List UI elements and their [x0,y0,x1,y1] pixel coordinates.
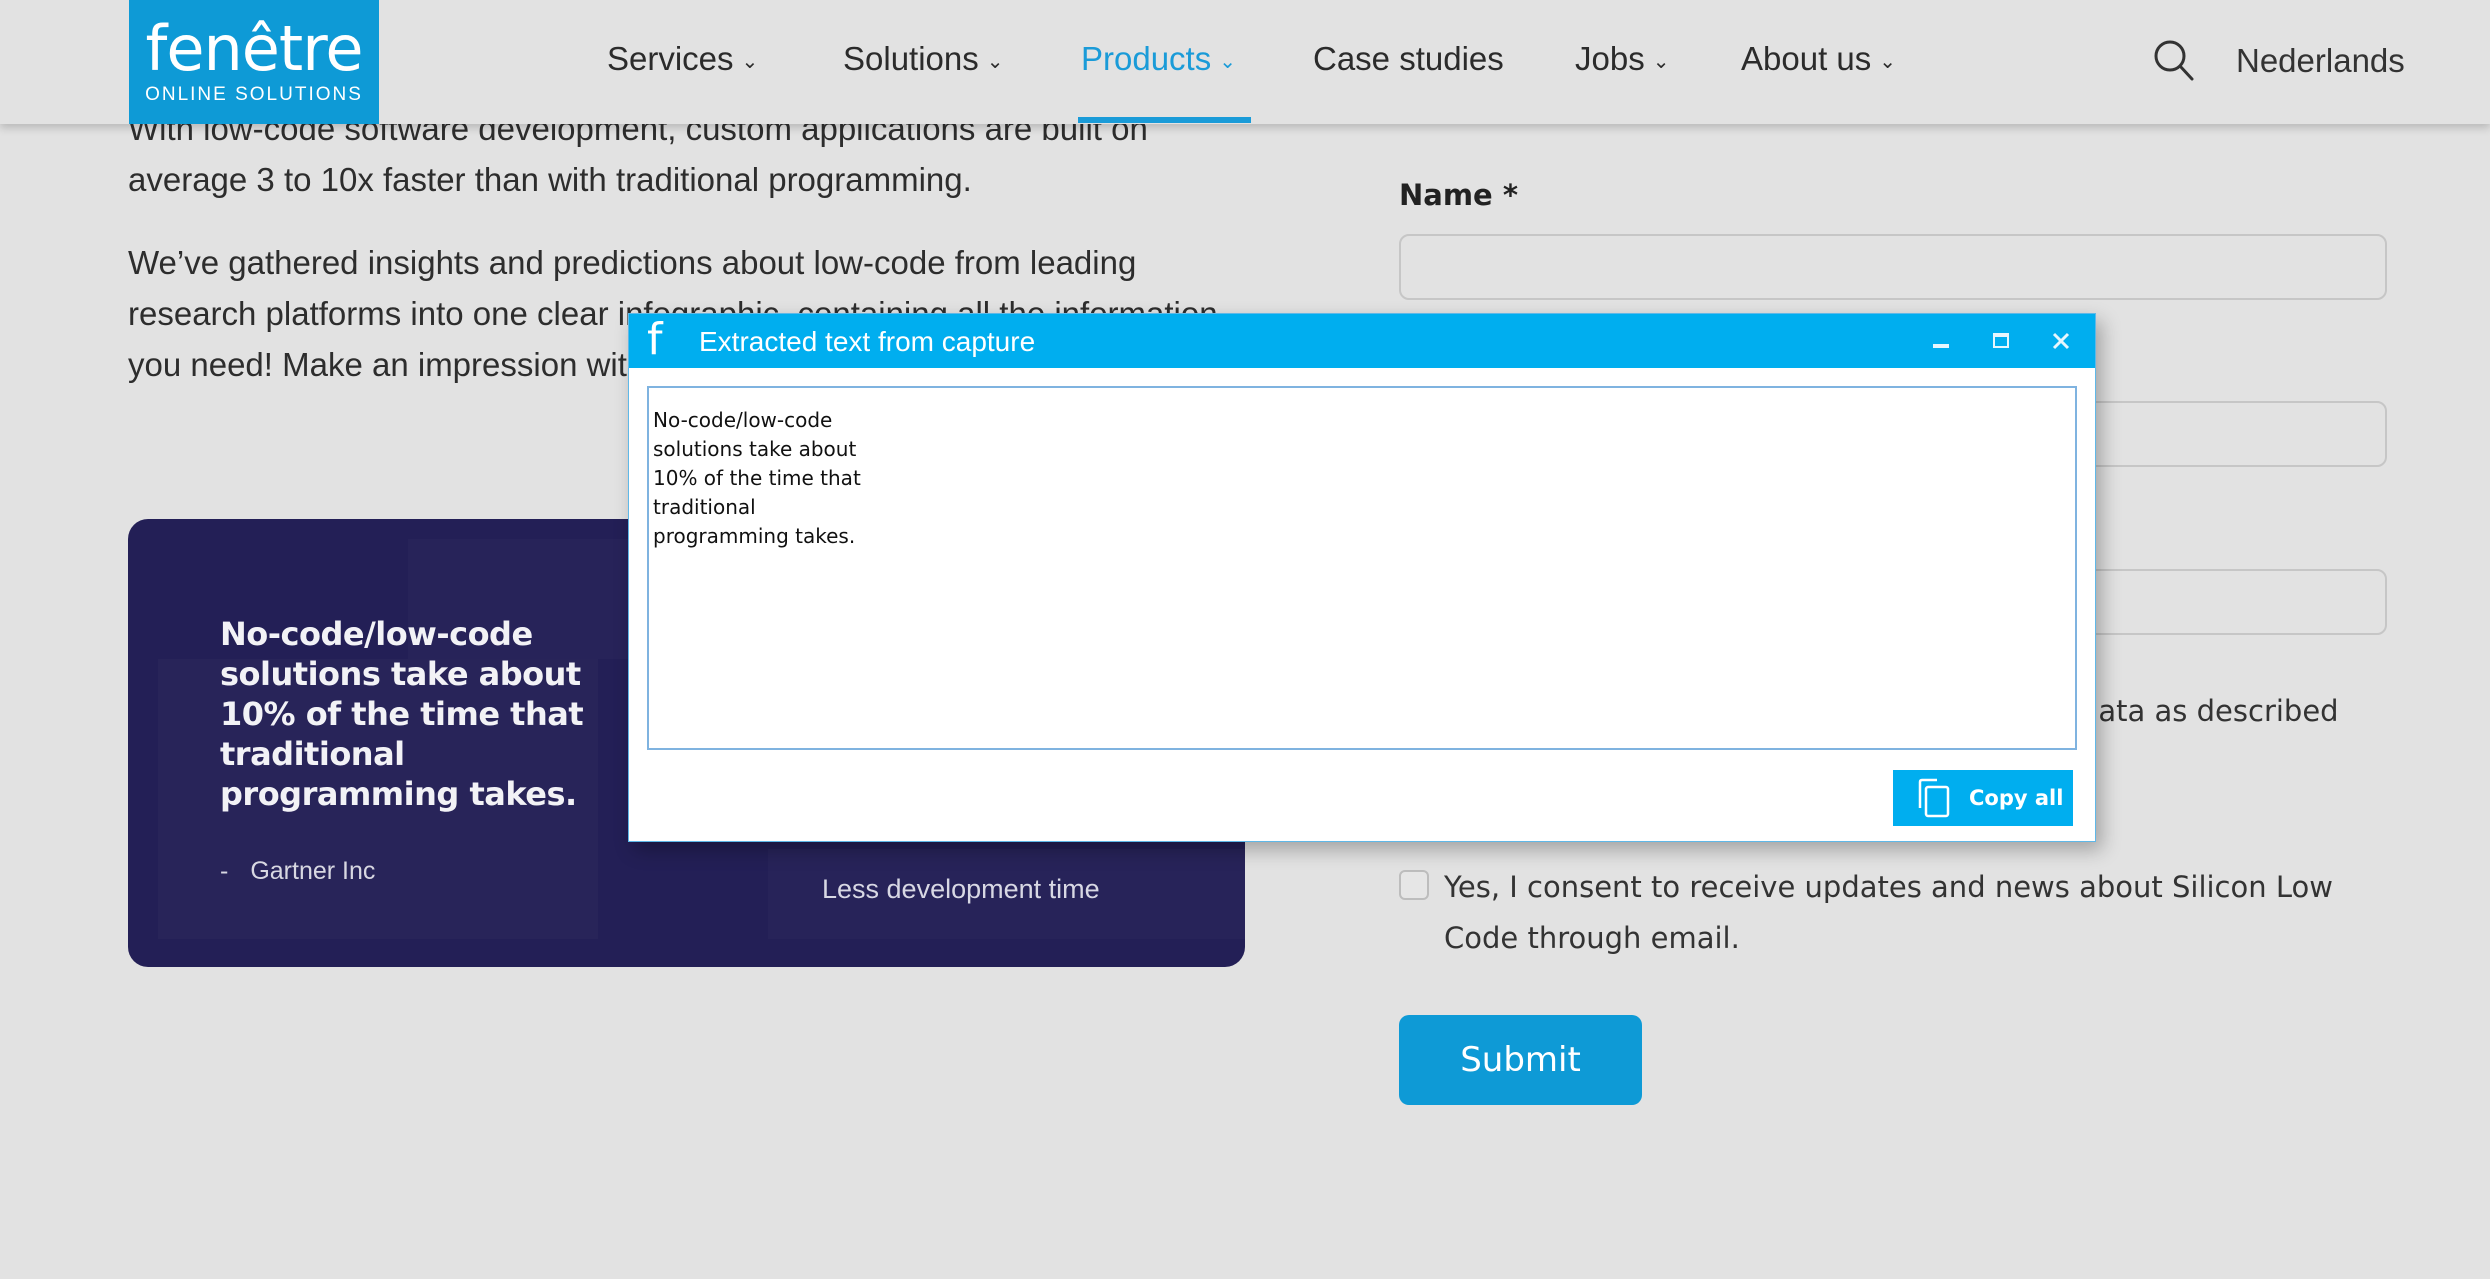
nav-item-case-studies[interactable]: Case studies [1313,40,1504,78]
maximize-icon [1993,333,2009,348]
nav-label: Case studies [1313,40,1504,77]
minimize-button[interactable] [1913,314,1969,368]
nav-item-products[interactable]: Products ⌄ [1081,40,1236,78]
chevron-down-icon: ⌄ [986,50,1004,73]
chevron-down-icon: ⌄ [1219,50,1236,73]
newsletter-consent-checkbox[interactable] [1399,870,1429,900]
app-logo-icon: f [647,314,663,365]
dialog-titlebar[interactable]: f Extracted text from capture [629,314,2095,368]
chevron-down-icon: ⌄ [1879,50,1897,73]
close-icon [2052,332,2070,350]
copy-icon [1918,778,1950,818]
extracted-text-dialog: f Extracted text from capture No-code/lo… [628,313,2096,842]
newsletter-consent-label: Yes, I consent to receive updates and ne… [1444,870,2333,955]
quote-source: - Gartner Inc [220,857,375,886]
chevron-down-icon: ⌄ [1652,50,1670,73]
nav-label: Services [607,40,734,77]
site-header: fenêtre ONLINE SOLUTIONS Services ⌄ Solu… [0,0,2490,124]
nav-item-services[interactable]: Services ⌄ [607,40,758,78]
nav-label: Products [1081,40,1212,77]
nav-label: Jobs [1575,40,1645,77]
nav-label: Solutions [843,40,979,77]
close-button[interactable] [2033,314,2089,368]
nav-item-jobs[interactable]: Jobs ⌄ [1575,40,1669,78]
minimize-icon [1933,344,1949,348]
name-label: Name * [1399,178,1518,212]
name-field[interactable] [1399,234,2387,300]
card-quote: No-code/low-code solutions take about 10… [220,615,584,813]
search-icon[interactable] [2152,38,2196,82]
maximize-button[interactable] [1973,314,2029,368]
copy-all-label: Copy all [1969,786,2064,810]
stat-caption: Less development time [822,874,1100,904]
active-nav-indicator [1078,117,1251,123]
language-switch[interactable]: Nederlands [2236,42,2405,80]
logo[interactable]: fenêtre ONLINE SOLUTIONS [129,0,379,124]
submit-button[interactable]: Submit [1399,1015,1642,1105]
chevron-down-icon: ⌄ [741,50,759,73]
extracted-text-area[interactable]: No-code/low-code solutions take about 10… [647,386,2077,750]
nav-item-solutions[interactable]: Solutions ⌄ [843,40,1004,78]
dialog-title: Extracted text from capture [699,326,1036,357]
privacy-consent-text: data as described [2080,694,2339,728]
logo-tagline: ONLINE SOLUTIONS [145,84,363,105]
nav-label: About us [1741,40,1872,77]
copy-all-button[interactable]: Copy all [1893,770,2073,826]
nav-item-about-us[interactable]: About us ⌄ [1741,40,1896,78]
quote-source-name: Gartner Inc [250,857,376,885]
quote-dash: - [220,857,229,885]
logo-wordmark: fenêtre [145,12,364,85]
